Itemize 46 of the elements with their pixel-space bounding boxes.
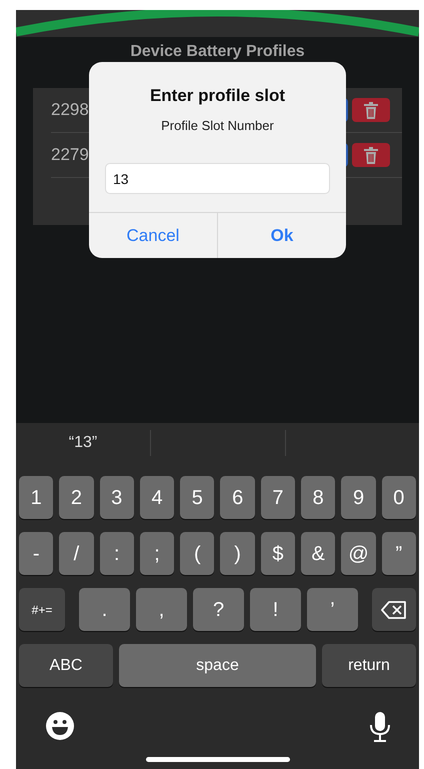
slot-input-field[interactable]: 13 [105, 163, 330, 194]
key[interactable]: 9 [341, 476, 376, 519]
key[interactable]: 7 [260, 476, 296, 519]
profile-id: 2279 [51, 144, 89, 166]
key[interactable]: 8 [301, 476, 336, 519]
emoji-icon[interactable] [46, 712, 74, 740]
key[interactable]: 5 [180, 476, 214, 519]
key[interactable]: ; [140, 532, 174, 575]
backspace-icon [381, 600, 407, 620]
profile-id: 2298 [51, 99, 89, 122]
dialog-title: Enter profile slot [148, 85, 286, 107]
symbols-key[interactable]: #+= [19, 588, 65, 631]
key[interactable]: / [59, 532, 94, 575]
return-key[interactable]: return [322, 644, 416, 687]
key[interactable]: 3 [100, 476, 134, 519]
abc-key[interactable]: ABC [19, 644, 113, 687]
microphone-icon[interactable] [369, 710, 391, 742]
key[interactable]: 0 [382, 476, 416, 519]
key[interactable]: , [136, 588, 187, 631]
key[interactable]: ’ [307, 588, 358, 631]
key[interactable]: - [19, 532, 54, 575]
trash-icon [363, 100, 379, 120]
key[interactable]: ( [180, 532, 214, 575]
delete-button[interactable] [352, 143, 390, 167]
key[interactable]: ! [250, 588, 301, 631]
page-title: Device Battery Profiles [129, 42, 306, 62]
key[interactable]: $ [260, 532, 296, 575]
key[interactable]: 4 [140, 476, 174, 519]
ok-button[interactable]: Ok [217, 213, 346, 258]
space-key[interactable]: space [119, 644, 316, 687]
delete-button[interactable] [352, 98, 390, 122]
backspace-key[interactable] [372, 588, 416, 631]
key[interactable]: & [301, 532, 336, 575]
key[interactable]: ? [193, 588, 244, 631]
suggestion[interactable]: “13” [16, 430, 150, 456]
key[interactable]: : [100, 532, 134, 575]
dialog-message: Profile Slot Number [160, 116, 275, 134]
key[interactable]: . [79, 588, 130, 631]
key[interactable]: @ [341, 532, 376, 575]
key[interactable]: ” [382, 532, 416, 575]
trash-icon [363, 146, 379, 164]
key[interactable]: 6 [220, 476, 255, 519]
key[interactable]: ) [220, 532, 255, 575]
cancel-button[interactable]: Cancel [89, 213, 217, 258]
key[interactable]: 2 [59, 476, 94, 519]
key[interactable]: 1 [19, 476, 54, 519]
